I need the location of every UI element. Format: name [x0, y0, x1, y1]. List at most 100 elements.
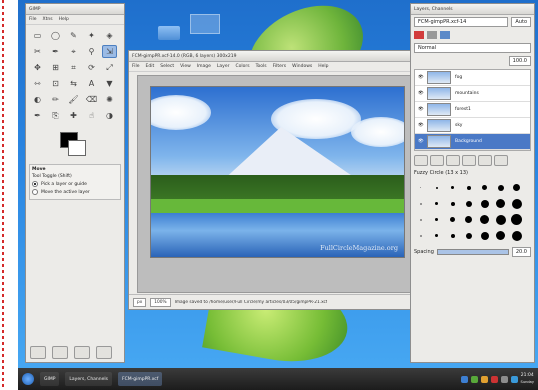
crop-tool-icon[interactable]: ⌗ [66, 61, 81, 74]
layers-titlebar[interactable]: Layers, Channels [411, 4, 534, 15]
move-tool-icon[interactable]: ✥ [30, 61, 45, 74]
flip-tool-icon[interactable]: ⇆ [66, 77, 81, 90]
brush-icon[interactable] [446, 181, 459, 194]
brush-icon[interactable] [430, 229, 443, 242]
desktop-folder-icon[interactable] [158, 26, 180, 40]
delete-layer-button[interactable] [494, 155, 508, 166]
duplicate-layer-button[interactable] [462, 155, 476, 166]
tray-icon[interactable] [510, 375, 518, 383]
tab-paths[interactable] [440, 31, 450, 39]
align-tool-icon[interactable]: ⊞ [48, 61, 63, 74]
task-layers[interactable]: Layers, Channels [65, 372, 112, 386]
img-menu-help[interactable]: Help [318, 64, 328, 69]
brush-icon[interactable] [494, 181, 507, 194]
anchor-layer-button[interactable] [478, 155, 492, 166]
img-menu-filters[interactable]: Filters [273, 64, 287, 69]
clone-tool-icon[interactable]: ⎘ [48, 109, 63, 122]
eye-icon[interactable]: 👁 [418, 123, 424, 128]
zoom-select[interactable]: 100% [150, 297, 171, 307]
spacing-slider[interactable] [436, 249, 509, 255]
brush-icon[interactable] [462, 229, 475, 242]
delete-options-button[interactable] [74, 346, 90, 359]
fuzzy-select-tool-icon[interactable]: ✦ [84, 29, 99, 42]
heal-tool-icon[interactable]: ✚ [66, 109, 81, 122]
eye-icon[interactable]: 👁 [418, 139, 424, 144]
img-menu-windows[interactable]: Windows [292, 64, 312, 69]
tray-icon[interactable] [480, 375, 488, 383]
ellipse-select-tool-icon[interactable]: ◯ [48, 29, 63, 42]
tray-icon[interactable] [500, 375, 508, 383]
save-options-button[interactable] [30, 346, 46, 359]
toolbox-titlebar[interactable]: GIMP [26, 4, 124, 15]
layer-mode-select[interactable]: Normal [414, 43, 531, 53]
layer-row[interactable]: 👁 Background [415, 134, 530, 150]
layer-row[interactable]: 👁 sky [415, 118, 530, 134]
img-menu-select[interactable]: Select [160, 64, 174, 69]
auto-button[interactable]: Auto [511, 17, 531, 27]
img-menu-tools[interactable]: Tools [256, 64, 267, 69]
brush-icon[interactable] [462, 181, 475, 194]
image-combo[interactable]: FCM-gimpPR.xcf-14 [414, 17, 509, 27]
brush-icon[interactable] [414, 213, 427, 226]
unit-select[interactable]: px [133, 297, 147, 307]
paths-tool-icon[interactable]: ✒ [48, 45, 63, 58]
brush-icon[interactable] [446, 213, 459, 226]
tray-icon[interactable] [460, 375, 468, 383]
brush-icon[interactable] [478, 213, 491, 226]
brush-icon[interactable] [414, 229, 427, 242]
scissors-tool-icon[interactable]: ✂ [30, 45, 45, 58]
scale-tool-icon[interactable]: ⤢ [102, 61, 117, 74]
airbrush-tool-icon[interactable]: ✺ [102, 93, 117, 106]
ink-tool-icon[interactable]: ✒ [30, 109, 45, 122]
background-color[interactable] [68, 140, 86, 156]
brush-icon[interactable] [430, 197, 443, 210]
brush-icon[interactable] [510, 213, 523, 226]
img-menu-view[interactable]: View [180, 64, 191, 69]
brush-icon[interactable] [494, 197, 507, 210]
canvas-area[interactable]: FullCircleMagazine.org [137, 75, 416, 293]
dodge-burn-tool-icon[interactable]: ◑ [102, 109, 117, 122]
raise-layer-button[interactable] [430, 155, 444, 166]
landscape-image[interactable]: FullCircleMagazine.org [150, 86, 405, 258]
start-menu-icon[interactable] [22, 373, 34, 385]
free-select-tool-icon[interactable]: ✎ [66, 29, 81, 42]
brush-icon[interactable] [478, 229, 491, 242]
brush-icon[interactable] [430, 181, 443, 194]
new-layer-button[interactable] [414, 155, 428, 166]
color-picker-tool-icon[interactable]: ⌖ [66, 45, 81, 58]
rotate-tool-icon[interactable]: ⟳ [84, 61, 99, 74]
eye-icon[interactable]: 👁 [418, 75, 424, 80]
tray-icon[interactable] [490, 375, 498, 383]
smudge-tool-icon[interactable]: ☝ [84, 109, 99, 122]
tab-channels[interactable] [427, 31, 437, 39]
color-select-tool-icon[interactable]: ◈ [102, 29, 117, 42]
img-menu-edit[interactable]: Edit [146, 64, 155, 69]
brush-icon[interactable] [478, 181, 491, 194]
layer-row[interactable]: 👁 fog [415, 70, 530, 86]
layer-row[interactable]: 👁 mountains [415, 86, 530, 102]
brush-icon[interactable] [510, 197, 523, 210]
bucket-fill-tool-icon[interactable]: ▼ [102, 77, 117, 90]
measure-tool-icon[interactable]: ⇲ [102, 45, 117, 58]
brush-icon[interactable] [478, 197, 491, 210]
brush-icon[interactable] [414, 197, 427, 210]
opacity-field[interactable]: 100.0 [508, 56, 531, 66]
eye-icon[interactable]: 👁 [418, 91, 424, 96]
menu-file[interactable]: File [29, 17, 37, 22]
paintbrush-tool-icon[interactable]: 🖌 [66, 93, 81, 106]
eraser-tool-icon[interactable]: ⌫ [84, 93, 99, 106]
perspective-tool-icon[interactable]: ⊡ [48, 77, 63, 90]
img-menu-file[interactable]: File [132, 64, 140, 69]
image-titlebar[interactable]: FCM-gimpPR.xcf-14.0 (RGB, 6 layers) 300x… [129, 51, 424, 62]
shear-tool-icon[interactable]: ⇿ [30, 77, 45, 90]
tab-layers[interactable] [414, 31, 424, 39]
clock[interactable]: 21:04 Sunday [521, 373, 534, 385]
radio-pick-layer[interactable]: Pick a layer or guide [32, 181, 118, 187]
spacing-value[interactable]: 20.0 [511, 247, 531, 257]
brush-icon[interactable] [430, 213, 443, 226]
img-menu-image[interactable]: Image [197, 64, 211, 69]
pencil-tool-icon[interactable]: ✏ [48, 93, 63, 106]
brush-icon[interactable] [446, 229, 459, 242]
rect-select-tool-icon[interactable]: ▭ [30, 29, 45, 42]
reset-options-button[interactable] [96, 346, 112, 359]
